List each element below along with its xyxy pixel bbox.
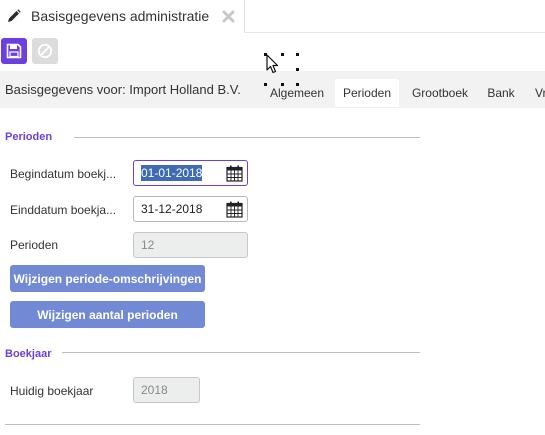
tab-perioden[interactable]: Perioden (335, 79, 399, 107)
perioden-label: Perioden (10, 238, 59, 252)
wijzigen-aantal-perioden-button[interactable]: Wijzigen aantal perioden (10, 301, 205, 328)
tab-grootboek[interactable]: Grootboek (404, 79, 476, 107)
cancel-circle-icon (37, 43, 53, 59)
floppy-disk-icon (6, 43, 22, 59)
huidig-boekjaar-label: Huidig boekjaar (10, 384, 94, 398)
cancel-button[interactable] (32, 38, 58, 64)
close-x-icon[interactable] (222, 10, 235, 23)
tab-strip-divider (244, 32, 545, 33)
document-tab[interactable]: Basisgegevens administratie (0, 0, 245, 33)
begindatum-field[interactable]: 01-01-2018 (133, 160, 248, 186)
mouse-cursor-icon (266, 54, 279, 74)
begindatum-value: 01-01-2018 (141, 165, 203, 181)
pencil-icon (8, 9, 21, 22)
section-divider (5, 424, 420, 425)
section-divider (74, 137, 420, 138)
section-divider (62, 352, 420, 353)
einddatum-value: 31-12-2018 (141, 202, 203, 216)
einddatum-field[interactable]: 31-12-2018 (133, 196, 248, 222)
section-title-perioden: Perioden (5, 131, 53, 143)
section-title-boekjaar: Boekjaar (5, 348, 52, 360)
calendar-icon[interactable] (226, 201, 243, 218)
document-tab-title: Basisgegevens administratie (31, 8, 210, 24)
calendar-icon[interactable] (226, 165, 243, 182)
tab-vr[interactable]: Vr (527, 79, 545, 107)
company-label: Basisgegevens voor: Import Holland B.V. (5, 82, 241, 97)
perioden-field: 12 (133, 232, 248, 258)
tab-bank[interactable]: Bank (480, 79, 522, 107)
begindatum-label: Begindatum boekj... (10, 167, 117, 181)
wijzigen-periode-omschrijvingen-button[interactable]: Wijzigen periode-omschrijvingen (10, 265, 205, 292)
huidig-boekjaar-field: 2018 (133, 377, 200, 403)
einddatum-label: Einddatum boekja... (10, 203, 117, 217)
save-button[interactable] (1, 38, 27, 64)
